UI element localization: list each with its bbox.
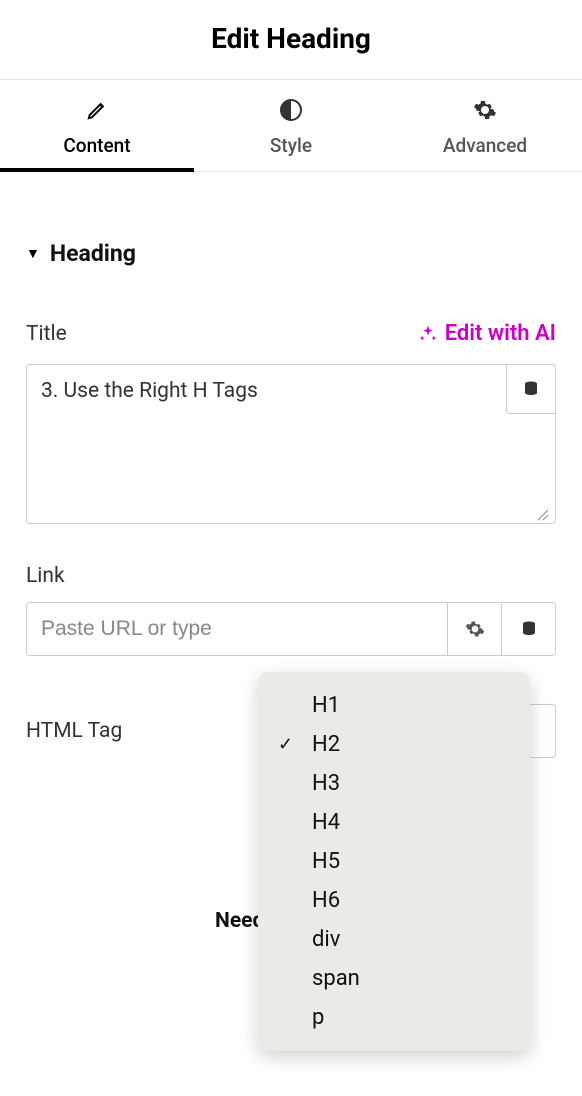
tabs-container: Content Style Advanced	[0, 79, 582, 172]
tab-style[interactable]: Style	[194, 80, 388, 171]
pencil-icon	[85, 98, 109, 122]
link-label: Link	[26, 564, 556, 588]
dynamic-link-button[interactable]	[501, 603, 555, 655]
tab-content[interactable]: Content	[0, 80, 194, 171]
caret-down-icon: ▼	[26, 245, 40, 262]
title-textarea[interactable]	[26, 364, 556, 524]
check-icon: ✓	[278, 734, 300, 755]
dropdown-option-label: H5	[312, 849, 340, 874]
dropdown-option-label: H1	[312, 693, 340, 718]
dropdown-option-span[interactable]: span	[258, 959, 530, 998]
gear-icon	[465, 619, 485, 639]
section-header[interactable]: ▼ Heading	[26, 172, 556, 267]
html-tag-label: HTML Tag	[26, 719, 122, 743]
link-options-button[interactable]	[447, 603, 501, 655]
html-tag-dropdown: H1 ✓ H2 H3 H4 H5 H6 div span p	[258, 672, 530, 1051]
dynamic-tags-button[interactable]	[506, 364, 556, 414]
dropdown-option-p[interactable]: p	[258, 998, 530, 1037]
title-label: Title	[26, 322, 67, 346]
tab-advanced-label: Advanced	[443, 134, 527, 157]
need-help-text: Need	[215, 909, 264, 933]
dropdown-option-h6[interactable]: H6	[258, 881, 530, 920]
dropdown-option-label: H2	[312, 732, 340, 757]
dropdown-option-label: H4	[312, 810, 340, 835]
edit-with-ai-label: Edit with AI	[445, 321, 556, 346]
sparkle-icon	[418, 324, 438, 344]
database-icon	[522, 380, 540, 398]
section-title: Heading	[50, 240, 136, 267]
tab-advanced[interactable]: Advanced	[388, 80, 582, 171]
dropdown-option-h1[interactable]: H1	[258, 686, 530, 725]
panel-title: Edit Heading	[0, 0, 582, 79]
dropdown-option-label: div	[312, 927, 340, 952]
dropdown-option-label: span	[312, 966, 360, 991]
dropdown-option-h5[interactable]: H5	[258, 842, 530, 881]
tab-style-label: Style	[270, 134, 312, 157]
link-input[interactable]	[27, 603, 447, 655]
tab-content-label: Content	[63, 134, 130, 157]
database-icon	[520, 620, 538, 638]
dropdown-option-label: H3	[312, 771, 340, 796]
contrast-icon	[279, 98, 303, 122]
dropdown-option-h4[interactable]: H4	[258, 803, 530, 842]
edit-with-ai-button[interactable]: Edit with AI	[418, 321, 556, 346]
dropdown-option-label: p	[312, 1005, 324, 1030]
dropdown-option-div[interactable]: div	[258, 920, 530, 959]
dropdown-option-label: H6	[312, 888, 340, 913]
dropdown-option-h2[interactable]: ✓ H2	[258, 725, 530, 764]
gear-icon	[473, 98, 497, 122]
dropdown-option-h3[interactable]: H3	[258, 764, 530, 803]
